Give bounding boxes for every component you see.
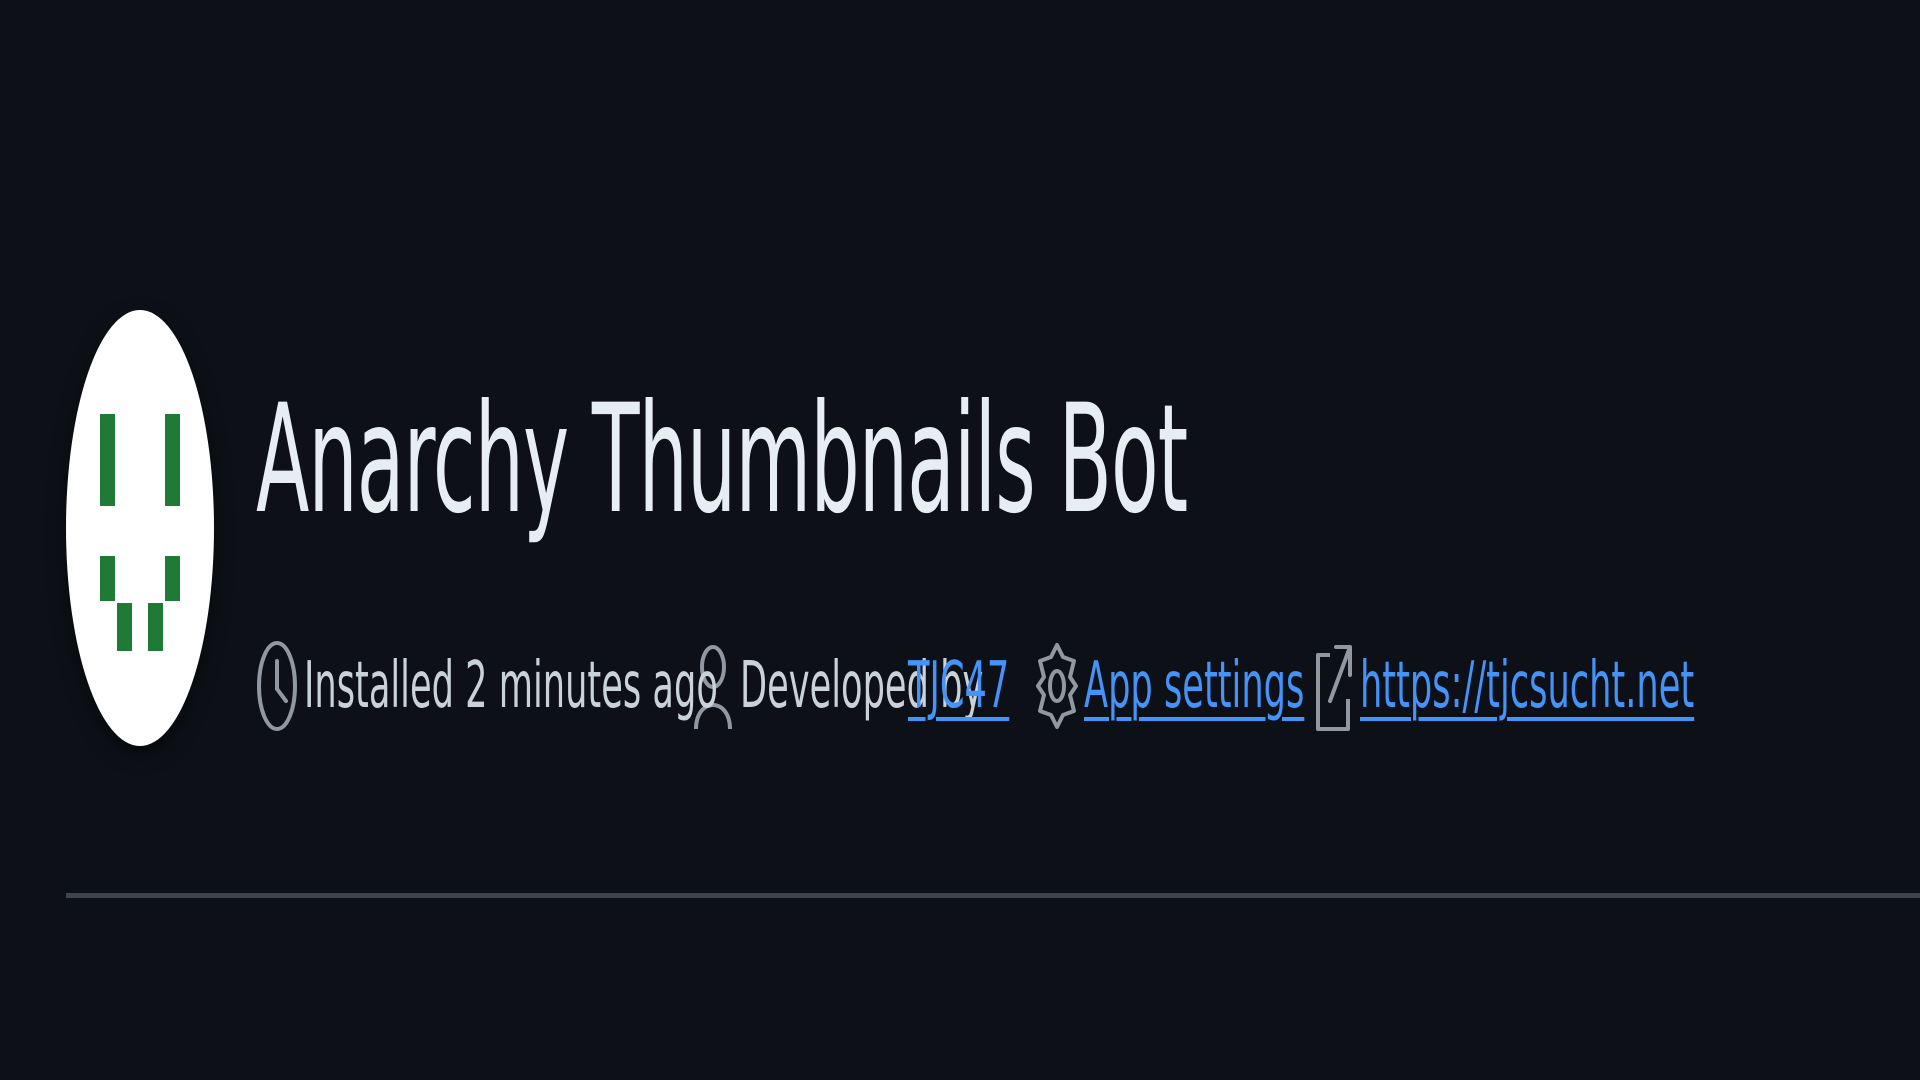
app-settings-link[interactable]: App settings [1084, 639, 1304, 733]
website-link[interactable]: https://tjcsucht.net [1360, 639, 1694, 733]
developer-prefix: Developed by [740, 649, 984, 723]
smiley-pixel-icon [100, 414, 180, 651]
settings-info: App settings [1036, 639, 1304, 733]
developer-info: Developed by TJC47 [692, 639, 1009, 733]
app-header: Anarchy Thumbnails Bot Installed 2 minut… [66, 308, 1920, 748]
installed-info: Installed 2 minutes ago [256, 639, 718, 733]
app-title: Anarchy Thumbnails Bot [256, 373, 1188, 547]
developer-link[interactable]: TJC47 [908, 639, 1009, 733]
external-link-icon [1312, 639, 1354, 733]
app-avatar [66, 310, 214, 746]
clock-icon [256, 639, 298, 733]
gear-icon [1036, 639, 1078, 733]
website-info: https://tjcsucht.net [1312, 639, 1694, 733]
section-divider [66, 893, 1920, 898]
installed-text: Installed 2 minutes ago [304, 649, 718, 723]
app-meta-row: Installed 2 minutes ago Developed by TJC… [256, 636, 1694, 736]
app-page: Anarchy Thumbnails Bot Installed 2 minut… [0, 0, 1920, 1080]
